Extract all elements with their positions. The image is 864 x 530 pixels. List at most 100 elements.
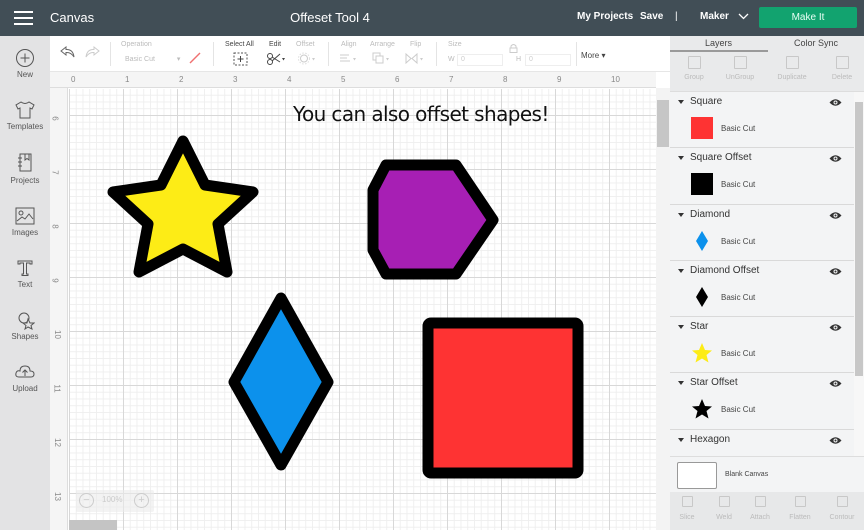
- flip-icon[interactable]: [405, 52, 425, 65]
- layer-swatch-square-icon[interactable]: [691, 173, 713, 196]
- nav-upload[interactable]: Upload: [0, 362, 50, 393]
- lock-icon[interactable]: [509, 43, 518, 53]
- eye-icon[interactable]: [829, 211, 842, 220]
- blank-canvas-swatch[interactable]: [677, 462, 717, 489]
- arrange-icon[interactable]: [372, 52, 392, 65]
- weld-icon: [718, 496, 730, 507]
- zoom-out-button[interactable]: −: [79, 493, 94, 508]
- nav-new[interactable]: New: [0, 48, 50, 79]
- height-input[interactable]: 0: [525, 54, 571, 66]
- machine-label: Maker: [700, 11, 729, 22]
- layer-item[interactable]: Star Offset Basic Cut: [670, 373, 854, 430]
- hexagon-shape[interactable]: [367, 159, 499, 280]
- nav-images[interactable]: Images: [0, 206, 50, 237]
- layers-scrollbar[interactable]: [854, 92, 864, 456]
- layer-swatch-diamond-icon[interactable]: [691, 230, 713, 252]
- attach-button[interactable]: Attach: [740, 496, 780, 521]
- weld-button[interactable]: Weld: [704, 496, 744, 521]
- tab-color-sync[interactable]: Color Sync: [794, 38, 838, 48]
- collapse-caret-icon[interactable]: [678, 437, 684, 442]
- star-shape[interactable]: [107, 135, 259, 278]
- align-icon[interactable]: [339, 53, 359, 65]
- save-link[interactable]: Save: [640, 11, 663, 22]
- layer-item[interactable]: Diamond Basic Cut: [670, 204, 854, 261]
- paperclip-icon: [754, 496, 766, 507]
- operation-label: Operation: [121, 41, 152, 48]
- ungroup-label: UnGroup: [725, 74, 755, 81]
- blank-canvas-label: Blank Canvas: [725, 471, 769, 478]
- redo-icon[interactable]: [84, 46, 100, 58]
- width-input[interactable]: 0: [457, 54, 503, 66]
- undo-icon[interactable]: [60, 46, 76, 58]
- diamond-shape[interactable]: [228, 292, 334, 471]
- layer-swatch-square-icon[interactable]: [691, 117, 713, 139]
- eye-icon[interactable]: [829, 379, 842, 388]
- square-shape[interactable]: [422, 317, 584, 479]
- layer-name: Diamond Offset: [690, 264, 760, 276]
- eye-icon[interactable]: [829, 267, 842, 276]
- cloud-upload-icon: [15, 365, 35, 378]
- duplicate-button[interactable]: Duplicate: [768, 56, 816, 81]
- more-menu[interactable]: More ▾: [581, 51, 605, 60]
- star-offset-outline[interactable]: [107, 135, 259, 278]
- height-label: H: [516, 56, 522, 63]
- layer-item[interactable]: Diamond Offset Basic Cut: [670, 260, 854, 318]
- group-button[interactable]: Group: [670, 56, 718, 81]
- eye-icon[interactable]: [829, 323, 842, 332]
- eye-icon[interactable]: [829, 436, 842, 445]
- layer-swatch-diamond-icon[interactable]: [691, 286, 713, 308]
- height-value: 0: [529, 56, 533, 63]
- layer-item[interactable]: Star Basic Cut: [670, 317, 854, 374]
- nav-text[interactable]: Text: [0, 258, 50, 289]
- offset-icon[interactable]: [298, 52, 318, 65]
- blank-canvas-row[interactable]: Blank Canvas: [670, 456, 864, 492]
- square-offset-outline[interactable]: [422, 317, 584, 479]
- delete-button[interactable]: Delete: [818, 56, 864, 81]
- select-all-icon[interactable]: [233, 52, 248, 66]
- tab-layers[interactable]: Layers: [705, 38, 732, 48]
- offset-label: Offset: [296, 41, 315, 48]
- design-canvas[interactable]: 0123456789101 678910111213 You can also …: [50, 72, 656, 530]
- collapse-caret-icon[interactable]: [678, 325, 684, 330]
- flatten-button[interactable]: Flatten: [780, 496, 820, 521]
- layer-item[interactable]: Square Basic Cut: [670, 92, 854, 149]
- horizontal-scrollbar[interactable]: [69, 520, 117, 530]
- attach-label: Attach: [750, 514, 770, 521]
- diamond-offset-outline[interactable]: [228, 292, 334, 471]
- delete-label: Delete: [831, 74, 853, 81]
- arrange-label: Arrange: [370, 41, 395, 48]
- ungroup-icon: [733, 56, 747, 69]
- line-color-swatch-icon[interactable]: [189, 52, 201, 64]
- nav-templates[interactable]: Templates: [0, 100, 50, 131]
- hexagon-offset-outline[interactable]: [367, 159, 499, 280]
- layer-swatch-star-icon[interactable]: [691, 398, 713, 420]
- eye-icon[interactable]: [829, 154, 842, 163]
- my-projects-link[interactable]: My Projects: [577, 11, 633, 22]
- eye-icon[interactable]: [829, 98, 842, 107]
- collapse-caret-icon[interactable]: [678, 212, 684, 217]
- machine-select[interactable]: Maker: [700, 11, 749, 22]
- layer-swatch-star-icon[interactable]: [691, 342, 713, 364]
- collapse-caret-icon[interactable]: [678, 381, 684, 386]
- canvas-vertical-scrollbar[interactable]: [656, 88, 670, 530]
- make-it-button[interactable]: Make It: [759, 7, 857, 28]
- ungroup-button[interactable]: UnGroup: [716, 56, 764, 81]
- nav-projects[interactable]: Projects: [0, 152, 50, 185]
- layers-scroll-thumb[interactable]: [855, 102, 863, 376]
- layer-item[interactable]: Square Offset Basic Cut: [670, 148, 854, 205]
- zoom-control: − 100% +: [76, 490, 154, 512]
- nav-shapes[interactable]: Shapes: [0, 310, 50, 341]
- collapse-caret-icon[interactable]: [678, 156, 684, 161]
- canvas-vertical-scroll-thumb[interactable]: [657, 100, 669, 147]
- layers-list: Square Basic Cut Square Offset Basic Cut Dia…: [670, 92, 854, 456]
- contour-button[interactable]: Contour: [822, 496, 862, 521]
- slice-button[interactable]: Slice: [667, 496, 707, 521]
- zoom-in-button[interactable]: +: [134, 493, 149, 508]
- trash-icon: [835, 56, 849, 69]
- top-divider: |: [675, 11, 678, 22]
- edit-scissors-icon[interactable]: [266, 52, 286, 65]
- collapse-caret-icon[interactable]: [678, 268, 684, 273]
- collapse-caret-icon[interactable]: [678, 100, 684, 104]
- operation-select[interactable]: Basic Cut ▾: [125, 55, 180, 63]
- layer-item[interactable]: Hexagon: [670, 429, 854, 456]
